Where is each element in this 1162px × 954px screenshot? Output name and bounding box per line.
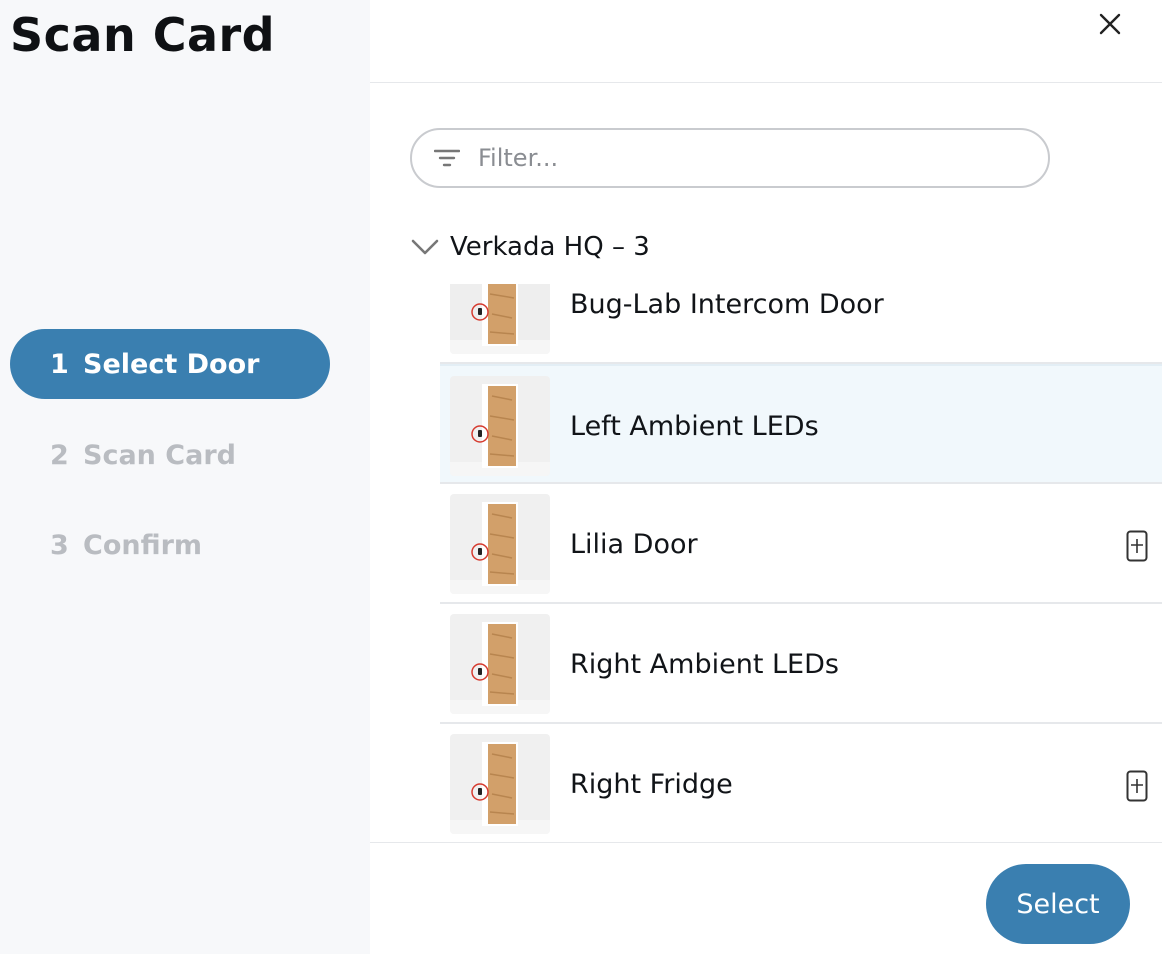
door-thumbnail [450, 734, 550, 834]
door-name: Lilia Door [570, 528, 698, 560]
step-number: 1 [50, 348, 69, 380]
filter-field[interactable] [410, 128, 1050, 188]
door-name: Right Ambient LEDs [570, 648, 839, 680]
door-name: Bug-Lab Intercom Door [570, 288, 884, 320]
group-header-verkada-hq-3[interactable]: Verkada HQ – 3 [410, 226, 650, 268]
main-panel: Verkada HQ – 3 Bug-Lab [370, 0, 1162, 954]
door-row-left-ambient-leds[interactable]: Left Ambient LEDs [440, 364, 1162, 484]
step-label: Select Door [83, 348, 260, 380]
door-thumbnail [450, 284, 550, 354]
filter-icon [434, 146, 462, 170]
wizard-sidebar: Scan Card 1 Select Door 2 Scan Card 3 Co… [0, 0, 370, 954]
door-name: Left Ambient LEDs [570, 410, 819, 442]
page-title: Scan Card [10, 8, 276, 62]
select-button[interactable]: Select [986, 864, 1130, 944]
close-button[interactable] [1094, 8, 1126, 40]
step-label: Confirm [83, 529, 203, 561]
step-number: 3 [50, 529, 69, 561]
step-label: Scan Card [83, 439, 236, 471]
filter-input[interactable] [476, 143, 1000, 173]
door-thumbnail [450, 614, 550, 714]
card-reader-icon [1126, 530, 1148, 562]
door-name: Right Fridge [570, 768, 733, 800]
door-row-right-ambient-leds[interactable]: Right Ambient LEDs [440, 604, 1162, 724]
scan-card-dialog: Scan Card 1 Select Door 2 Scan Card 3 Co… [0, 0, 1162, 954]
close-icon [1099, 13, 1121, 35]
step-number: 2 [50, 439, 69, 471]
card-reader-icon [1126, 770, 1148, 802]
step-confirm[interactable]: 3 Confirm [10, 510, 330, 580]
footer-divider [370, 842, 1162, 843]
group-label: Verkada HQ – 3 [450, 232, 650, 262]
door-row-right-fridge[interactable]: Right Fridge [440, 724, 1162, 842]
chevron-down-icon [410, 237, 440, 257]
header-divider [370, 82, 1162, 83]
step-select-door[interactable]: 1 Select Door [10, 329, 330, 399]
door-row-lilia-door[interactable]: Lilia Door [440, 484, 1162, 604]
door-thumbnail [450, 494, 550, 594]
door-row-bug-lab-intercom-door[interactable]: Bug-Lab Intercom Door [440, 284, 1162, 364]
door-thumbnail [450, 376, 550, 476]
step-scan-card[interactable]: 2 Scan Card [10, 420, 330, 490]
door-list[interactable]: Bug-Lab Intercom Door Left Ambient LEDs [440, 284, 1162, 842]
